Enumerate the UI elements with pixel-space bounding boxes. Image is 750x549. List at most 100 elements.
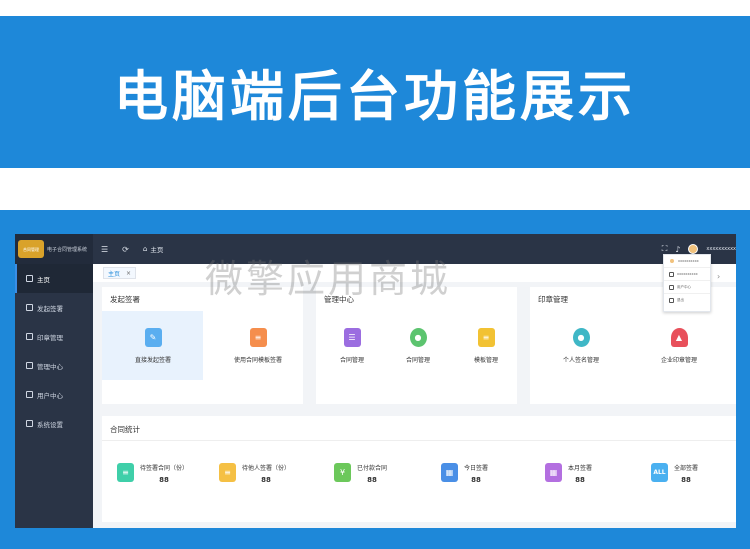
- template-manage-button[interactable]: ≡ 模板管理: [468, 328, 504, 364]
- avatar-icon: [669, 258, 675, 264]
- avatar[interactable]: [688, 244, 699, 254]
- item-label: 合同管理: [405, 357, 430, 364]
- phone-icon: [669, 271, 674, 277]
- stat-value: 88: [261, 476, 271, 484]
- template-icon: ≡: [477, 328, 495, 347]
- item-label: 企业印章管理: [660, 357, 697, 364]
- dropdown-item[interactable]: xxxxxxxxxx: [664, 268, 710, 281]
- item-label: 模板管理: [473, 357, 498, 364]
- list-icon: ☰: [343, 328, 361, 347]
- stat-value: 88: [575, 476, 585, 484]
- stamp-icon: ▲: [670, 328, 688, 347]
- personal-signature-button[interactable]: ● 个人签名管理: [556, 328, 606, 364]
- sidebar-item-label: 用户中心: [37, 391, 63, 400]
- seal-icon: [26, 333, 33, 340]
- home-icon[interactable]: ⌂: [143, 245, 147, 253]
- item-label: 合同管理: [339, 357, 364, 364]
- stat-all: ALL 全部签署 88: [651, 463, 698, 484]
- logo-area: 合同管理 电子合同管理系统: [15, 234, 93, 264]
- sign-card: 发起签署 ✎ 直接发起签署 ≡ 使用合同模板签署: [102, 287, 303, 404]
- direct-sign-button[interactable]: ✎ 直接发起签署: [116, 328, 190, 364]
- menu-icon[interactable]: ☰: [101, 245, 108, 254]
- sidebar-item-sign[interactable]: 发起签署: [15, 293, 93, 322]
- calendar-icon: ▦: [441, 463, 458, 482]
- yuan-icon: ¥: [334, 463, 351, 482]
- dropdown-item[interactable]: 用户中心: [664, 281, 710, 294]
- user-document-icon: ≡: [219, 463, 236, 482]
- gear-icon: [26, 420, 33, 427]
- username[interactable]: xxxxxxxxxx: [706, 246, 736, 252]
- item-label: 直接发起签署: [134, 357, 171, 364]
- item-label: 个人签名管理: [562, 357, 599, 364]
- dropdown-item[interactable]: xxxxxxxxxx: [664, 255, 710, 268]
- dropdown-label: xxxxxxxxxx: [678, 259, 699, 263]
- stats-card: 合同统计 ≡ 待签署合同（份） 88 ≡ 待他人签署（份） 88 ¥ 已付款合同 88…: [102, 416, 736, 522]
- template-sign-button[interactable]: ≡ 使用合同模板签署: [218, 328, 298, 364]
- sidebar-item-settings[interactable]: 系统设置: [15, 409, 93, 438]
- close-icon[interactable]: ×: [126, 270, 131, 277]
- edit-icon: [26, 304, 33, 311]
- divider: [102, 440, 736, 441]
- refresh-icon[interactable]: ⟳: [122, 245, 129, 254]
- document-icon: ≡: [117, 463, 134, 482]
- logout-icon: [669, 298, 674, 303]
- company-seal-button[interactable]: ▲ 企业印章管理: [654, 328, 704, 364]
- sidebar-item-seal[interactable]: 印章管理: [15, 322, 93, 351]
- sidebar-item-label: 主页: [37, 275, 50, 284]
- user-icon: [26, 391, 33, 398]
- dropdown-label: 退出: [677, 298, 684, 302]
- stat-label: 待他人签署（份）: [242, 465, 291, 472]
- contract-manage-button-2[interactable]: ● 合同管理: [400, 328, 436, 364]
- signature-user-icon: ●: [572, 328, 590, 347]
- sidebar-item-user[interactable]: 用户中心: [15, 380, 93, 409]
- sidebar-item-home[interactable]: 主页: [15, 264, 93, 293]
- dropdown-label: 用户中心: [677, 284, 691, 289]
- card-title: 发起签署: [110, 295, 140, 304]
- user-icon: [669, 284, 674, 290]
- all-icon: ALL: [651, 463, 668, 482]
- edit-icon: ✎: [144, 328, 162, 347]
- sidebar: 合同管理 电子合同管理系统 主页 发起签署 印章管理 管理中心 用户中心 系统设…: [15, 234, 93, 528]
- sidebar-item-label: 管理中心: [37, 362, 63, 371]
- chevron-right-icon[interactable]: ›: [717, 272, 720, 281]
- stat-label: 全部签署: [674, 465, 699, 472]
- stat-label: 今日签署: [464, 465, 489, 472]
- card-title: 合同统计: [110, 425, 140, 434]
- stat-label: 本月签署: [568, 465, 593, 472]
- manage-card: 管理中心 ☰ 合同管理 ● 合同管理 ≡ 模板管理: [316, 287, 517, 404]
- stat-others: ≡ 待他人签署（份） 88: [219, 463, 290, 484]
- top-banner: 电脑端后台功能展示: [0, 0, 750, 168]
- contract-manage-button[interactable]: ☰ 合同管理: [334, 328, 370, 364]
- stat-value: 88: [681, 476, 691, 484]
- stat-paid: ¥ 已付款合同 88: [334, 463, 387, 484]
- watermark: 微擎应用商城: [205, 257, 452, 301]
- fullscreen-icon[interactable]: ⛶: [662, 244, 668, 254]
- logo-text: 电子合同管理系统: [47, 246, 88, 253]
- breadcrumb-home[interactable]: 主页: [150, 244, 163, 254]
- stat-value: 88: [471, 476, 481, 484]
- tab-home-label: 主页: [108, 270, 121, 278]
- stat-label: 已付款合同: [357, 465, 388, 472]
- dropdown-label: xxxxxxxxxx: [677, 272, 698, 276]
- sidebar-item-label: 印章管理: [37, 333, 63, 342]
- logo-badge: 合同管理: [18, 240, 44, 258]
- sidebar-item-label: 发起签署: [37, 304, 63, 313]
- stat-today: ▦ 今日签署 88: [441, 463, 488, 484]
- grid-icon: [26, 362, 33, 369]
- stat-value: 88: [367, 476, 377, 484]
- document-sign-icon: ≡: [249, 328, 267, 347]
- banner-title: 电脑端后台功能展示: [114, 65, 636, 128]
- sidebar-item-manage[interactable]: 管理中心: [15, 351, 93, 380]
- calendar-month-icon: ▦: [545, 463, 562, 482]
- stat-label: 待签署合同（份）: [140, 465, 189, 472]
- home-icon: [26, 275, 33, 282]
- user-dropdown: xxxxxxxxxx xxxxxxxxxx 用户中心 退出: [663, 254, 711, 312]
- stat-month: ▦ 本月签署 88: [545, 463, 592, 484]
- stat-pending: ≡ 待签署合同（份） 88: [117, 463, 188, 484]
- dropdown-item[interactable]: 退出: [664, 294, 710, 307]
- user-manage-icon: ●: [409, 328, 427, 347]
- stat-value: 88: [159, 476, 169, 484]
- bell-icon[interactable]: ♪: [675, 245, 680, 254]
- tab-home[interactable]: 主页 ×: [103, 267, 137, 279]
- card-title: 印章管理: [538, 295, 568, 304]
